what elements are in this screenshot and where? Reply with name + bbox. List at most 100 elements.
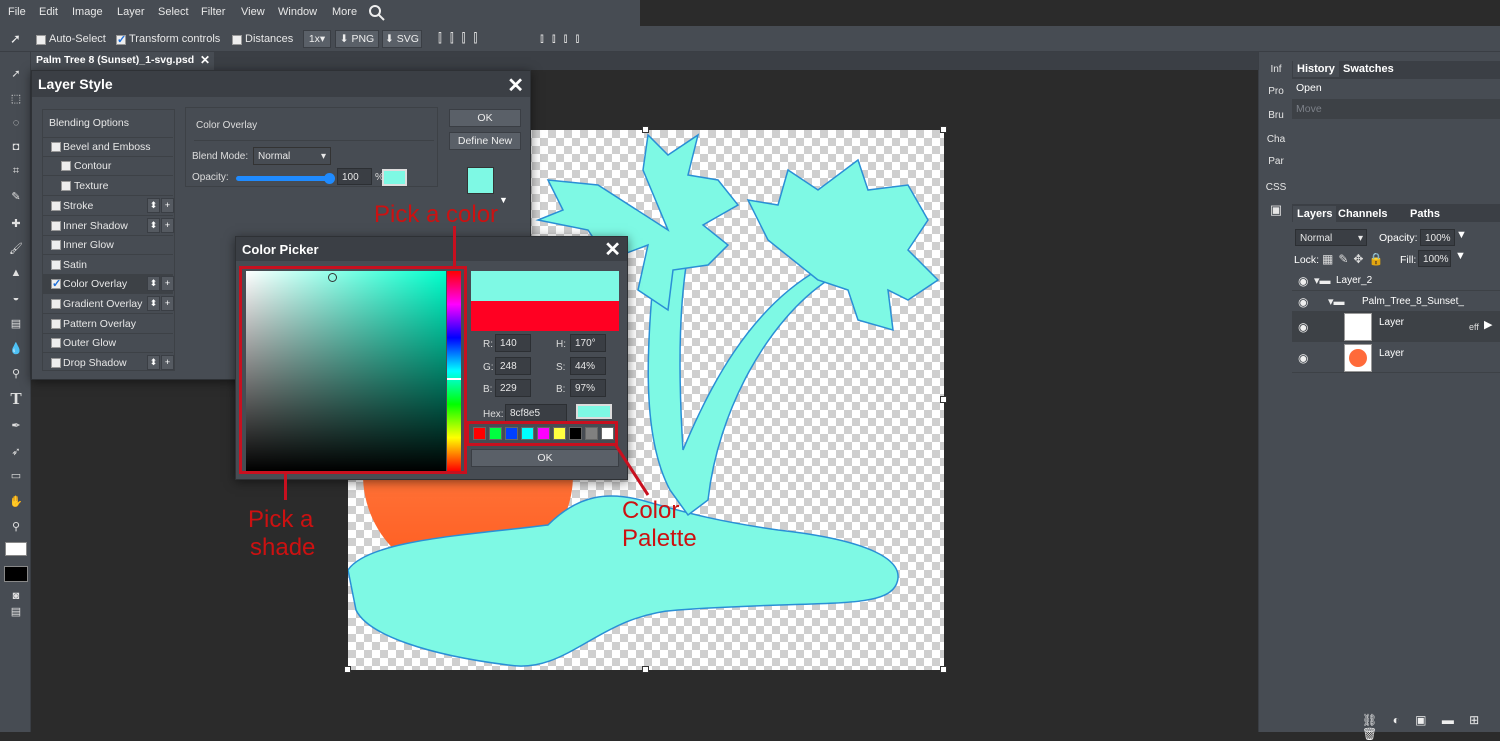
- transform-handle[interactable]: [344, 666, 351, 673]
- h-input[interactable]: 170°: [570, 334, 606, 352]
- history-item[interactable]: Move: [1292, 99, 1500, 119]
- css-panel-button[interactable]: CSS: [1259, 182, 1293, 193]
- transform-handle[interactable]: [940, 396, 947, 403]
- blend-mode-select[interactable]: Normal ▾: [253, 147, 331, 165]
- transform-handle[interactable]: [940, 126, 947, 133]
- search-icon[interactable]: [368, 4, 386, 22]
- lasso-tool-icon[interactable]: ◌: [4, 112, 28, 134]
- layer-row[interactable]: ◉ Layer: [1292, 343, 1500, 373]
- brush-panel-button[interactable]: Bru: [1259, 110, 1293, 121]
- menu-image[interactable]: Image: [72, 6, 103, 18]
- auto-select-checkbox[interactable]: [36, 35, 46, 45]
- foreground-color-swatch[interactable]: [5, 542, 27, 556]
- layer-row[interactable]: ◉ Layer eff ▶: [1292, 312, 1500, 342]
- menu-view[interactable]: View: [241, 6, 265, 18]
- layer-footer-icons[interactable]: ⛓ ◐ ▣ ▬ ⊞ 🗑: [1362, 713, 1500, 741]
- history-item[interactable]: Open: [1296, 82, 1322, 94]
- define-new-button[interactable]: Define New: [449, 132, 521, 150]
- export-png-button[interactable]: ⬇ PNG: [335, 30, 379, 48]
- bevel-emboss-item[interactable]: Bevel and Emboss: [43, 138, 173, 157]
- close-icon[interactable]: ✕: [507, 73, 524, 98]
- move-tool-icon[interactable]: ➚: [4, 62, 28, 84]
- drop-shadow-item[interactable]: Drop Shadow ⬍ +: [43, 354, 174, 373]
- opacity-input[interactable]: 100: [337, 168, 372, 185]
- menu-select[interactable]: Select: [158, 6, 189, 18]
- brightness-input[interactable]: 97%: [570, 379, 606, 397]
- layer-opacity-input[interactable]: 100%: [1420, 229, 1455, 246]
- properties-panel-button[interactable]: Pro: [1259, 86, 1293, 97]
- info-panel-button[interactable]: Inf: [1259, 64, 1293, 75]
- visibility-eye-icon[interactable]: ◉: [1298, 320, 1308, 334]
- background-color-swatch[interactable]: [4, 566, 28, 582]
- outer-glow-item[interactable]: Outer Glow: [43, 334, 173, 353]
- layer-row-group[interactable]: ◉ ▾▬ Layer_2: [1292, 270, 1500, 291]
- blur-tool-icon[interactable]: 💧: [4, 337, 28, 359]
- contour-item[interactable]: Contour: [43, 157, 173, 176]
- pen-tool-icon[interactable]: ✒: [4, 414, 28, 436]
- opacity-slider[interactable]: [236, 173, 335, 184]
- text-tool-icon[interactable]: T: [4, 388, 28, 410]
- visibility-eye-icon[interactable]: ◉: [1298, 274, 1308, 288]
- transform-checkbox[interactable]: [116, 33, 126, 46]
- color-overlay-item[interactable]: Color Overlay⬍+: [43, 275, 174, 294]
- distribute-icons[interactable]: ⫾⫾⫾⫾: [540, 31, 587, 46]
- close-tab-icon[interactable]: ✕: [200, 53, 210, 67]
- eraser-tool-icon[interactable]: ◒: [4, 287, 28, 309]
- stamp-tool-icon[interactable]: ▲: [4, 262, 28, 284]
- dodge-tool-icon[interactable]: ⚲: [4, 362, 28, 384]
- heal-tool-icon[interactable]: ✚: [4, 212, 28, 234]
- blending-options-item[interactable]: Blending Options: [43, 110, 173, 138]
- menu-more[interactable]: More: [332, 6, 357, 18]
- layer-blend-select[interactable]: Normal ▾: [1295, 229, 1367, 246]
- character-panel-button[interactable]: Cha: [1259, 134, 1293, 145]
- path-select-tool-icon[interactable]: ➶: [4, 440, 28, 462]
- crop-tool-icon[interactable]: ⌗: [4, 160, 28, 182]
- align-icons[interactable]: ⫿⫿⫿⫿: [438, 31, 485, 46]
- effects-badge[interactable]: eff: [1469, 322, 1479, 332]
- hand-tool-icon[interactable]: ✋: [4, 490, 28, 512]
- zoom-tool-icon[interactable]: ⚲: [4, 515, 28, 537]
- expand-effects-icon[interactable]: ▶: [1484, 318, 1492, 331]
- inner-glow-item[interactable]: Inner Glow: [43, 236, 173, 255]
- menu-filter[interactable]: Filter: [201, 6, 225, 18]
- screen-mode-icon[interactable]: ▤: [4, 600, 28, 622]
- tab-paths[interactable]: Paths: [1406, 206, 1444, 222]
- visibility-eye-icon[interactable]: ◉: [1298, 295, 1308, 309]
- close-icon[interactable]: ✕: [604, 237, 621, 262]
- marquee-tool-icon[interactable]: ⬚: [4, 87, 28, 109]
- shape-tool-icon[interactable]: ▭: [4, 464, 28, 486]
- fill-input[interactable]: 100%: [1418, 250, 1451, 267]
- menu-window[interactable]: Window: [278, 6, 317, 18]
- g-input[interactable]: 248: [495, 357, 531, 375]
- texture-item[interactable]: Texture: [43, 177, 173, 196]
- transform-handle[interactable]: [940, 666, 947, 673]
- inner-shadow-item[interactable]: Inner Shadow ⬍ +: [43, 217, 174, 236]
- image-icon[interactable]: ▣: [1259, 202, 1293, 218]
- menu-edit[interactable]: Edit: [39, 6, 58, 18]
- stroke-item[interactable]: Stroke ⬍ +: [43, 197, 174, 216]
- paragraph-panel-button[interactable]: Par: [1259, 156, 1293, 167]
- tab-swatches[interactable]: Swatches: [1339, 61, 1398, 77]
- picker-ok-button[interactable]: OK: [471, 449, 619, 467]
- transform-handle[interactable]: [642, 126, 649, 133]
- layer-row-group[interactable]: ◉ ▾▬ Palm_Tree_8_Sunset_: [1292, 291, 1500, 312]
- lock-icons[interactable]: ▦✎✥🔒: [1322, 252, 1388, 266]
- distances-checkbox[interactable]: [232, 35, 242, 45]
- hex-input[interactable]: 8cf8e5: [505, 404, 567, 422]
- fill-dropdown-icon[interactable]: ▼: [1455, 250, 1466, 262]
- tab-history[interactable]: History: [1293, 61, 1339, 77]
- menu-layer[interactable]: Layer: [117, 6, 145, 18]
- zoom-select[interactable]: 1x▾: [303, 30, 331, 48]
- quick-select-tool-icon[interactable]: ◘: [4, 136, 28, 158]
- b-input[interactable]: 229: [495, 379, 531, 397]
- export-svg-button[interactable]: ⬇ SVG: [382, 30, 422, 48]
- tab-layers[interactable]: Layers: [1293, 206, 1337, 222]
- s-input[interactable]: 44%: [570, 357, 606, 375]
- eyedropper-tool-icon[interactable]: ✎: [4, 185, 28, 207]
- tab-channels[interactable]: Channels: [1334, 206, 1392, 222]
- gradient-overlay-item[interactable]: Gradient Overlay ⬍ +: [43, 295, 174, 314]
- visibility-eye-icon[interactable]: ◉: [1298, 351, 1308, 365]
- brush-tool-icon[interactable]: 🖌: [4, 237, 28, 259]
- satin-item[interactable]: Satin: [43, 256, 173, 275]
- menu-file[interactable]: File: [8, 6, 26, 18]
